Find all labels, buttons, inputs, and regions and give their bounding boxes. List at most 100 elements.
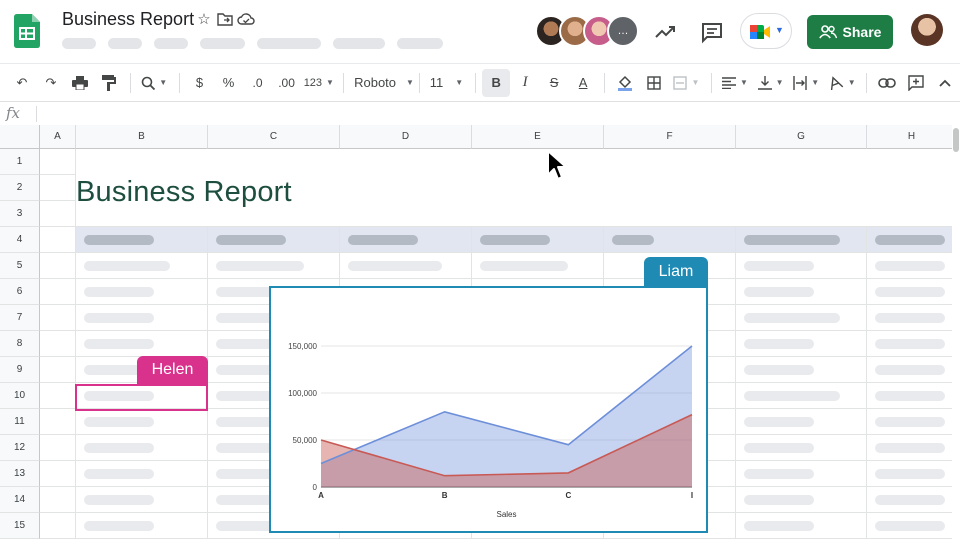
italic-icon[interactable]: I [511,69,539,97]
meet-button[interactable]: ▼ [740,13,792,49]
cell-G14[interactable] [736,487,867,513]
text-wrapping-icon[interactable]: ▼ [789,69,824,97]
cell-H15[interactable] [867,513,957,539]
cell-H2[interactable] [867,175,957,201]
cell-H6[interactable] [867,279,957,305]
cell-A14[interactable] [40,487,76,513]
area-chart[interactable]: 0 50,000 100,000 150,000 A B C I Sales [271,288,706,531]
column-header-D[interactable]: D [340,125,472,149]
cell-D2[interactable] [340,175,472,201]
cell-E4[interactable] [472,227,604,253]
cell-D5[interactable] [340,253,472,279]
merge-cells-icon[interactable]: ▼ [669,69,704,97]
cell-D1[interactable] [340,149,472,175]
cell-D4[interactable] [340,227,472,253]
row-header-1[interactable]: 1 [0,149,40,175]
strikethrough-icon[interactable]: S [540,69,568,97]
cell-A11[interactable] [40,409,76,435]
menu-item-placeholder[interactable] [333,38,385,49]
menu-item-placeholder[interactable] [200,38,245,49]
cell-A3[interactable] [40,201,76,227]
formula-bar[interactable]: fx [0,101,960,125]
sheets-logo-icon[interactable] [14,14,40,48]
cell-E5[interactable] [472,253,604,279]
redo-icon[interactable]: ↷ [37,69,65,97]
embedded-chart[interactable]: 0 50,000 100,000 150,000 A B C I Sales [269,286,708,533]
cell-G3[interactable] [736,201,867,227]
cell-F4[interactable] [604,227,736,253]
undo-icon[interactable]: ↶ [8,69,36,97]
column-header-A[interactable]: A [40,125,76,149]
move-folder-icon[interactable] [217,11,233,27]
cell-G11[interactable] [736,409,867,435]
vertical-scrollbar[interactable] [952,125,960,540]
increase-decimal-button[interactable]: .00 [273,69,301,97]
cell-H13[interactable] [867,461,957,487]
cell-G13[interactable] [736,461,867,487]
cell-G12[interactable] [736,435,867,461]
cell-G4[interactable] [736,227,867,253]
cell-B6[interactable] [76,279,208,305]
cell-B1[interactable] [76,149,208,175]
menu-item-placeholder[interactable] [397,38,443,49]
cell-A4[interactable] [40,227,76,253]
cell-G15[interactable] [736,513,867,539]
comments-icon[interactable] [700,20,724,44]
menu-item-placeholder[interactable] [108,38,142,49]
cell-B13[interactable] [76,461,208,487]
cell-A5[interactable] [40,253,76,279]
row-header-10[interactable]: 10 [0,383,40,409]
menu-item-placeholder[interactable] [257,38,321,49]
cell-H14[interactable] [867,487,957,513]
row-header-11[interactable]: 11 [0,409,40,435]
row-header-14[interactable]: 14 [0,487,40,513]
cell-H12[interactable] [867,435,957,461]
cell-A2[interactable] [40,175,76,201]
row-header-8[interactable]: 8 [0,331,40,357]
cell-G9[interactable] [736,357,867,383]
column-header-G[interactable]: G [736,125,867,149]
column-header-E[interactable]: E [472,125,604,149]
fill-color-icon[interactable] [611,69,639,97]
cell-H5[interactable] [867,253,957,279]
cell-F2[interactable] [604,175,736,201]
column-header-H[interactable]: H [867,125,957,149]
text-color-icon[interactable]: A [569,69,597,97]
column-header-C[interactable]: C [208,125,340,149]
menu-item-placeholder[interactable] [62,38,96,49]
font-family-dropdown[interactable]: Roboto ▼ [350,69,414,97]
menu-item-placeholder[interactable] [154,38,188,49]
more-formats-dropdown[interactable]: 123 ▼ [302,69,337,97]
cell-E3[interactable] [472,201,604,227]
row-header-9[interactable]: 9 [0,357,40,383]
vertical-align-icon[interactable]: ▼ [753,69,788,97]
cell-G10[interactable] [736,383,867,409]
row-header-5[interactable]: 5 [0,253,40,279]
cell-B12[interactable] [76,435,208,461]
more-collaborators-icon[interactable]: … [607,15,639,47]
currency-format-button[interactable]: $ [186,69,214,97]
cell-A15[interactable] [40,513,76,539]
row-header-7[interactable]: 7 [0,305,40,331]
cell-A8[interactable] [40,331,76,357]
collapse-toolbar-icon[interactable] [931,69,959,97]
percent-format-button[interactable]: % [215,69,243,97]
document-title[interactable]: Business Report [62,9,194,30]
cell-A12[interactable] [40,435,76,461]
print-icon[interactable] [66,69,94,97]
cell-G8[interactable] [736,331,867,357]
cell-A10[interactable] [40,383,76,409]
row-header-2[interactable]: 2 [0,175,40,201]
cell-H7[interactable] [867,305,957,331]
row-header-13[interactable]: 13 [0,461,40,487]
column-header-B[interactable]: B [76,125,208,149]
cell-G5[interactable] [736,253,867,279]
share-button[interactable]: Share [807,15,893,49]
cell-G2[interactable] [736,175,867,201]
cell-G1[interactable] [736,149,867,175]
cell-B11[interactable] [76,409,208,435]
collaborator-avatars[interactable]: … [535,15,639,49]
cell-B15[interactable] [76,513,208,539]
row-header-6[interactable]: 6 [0,279,40,305]
column-header-F[interactable]: F [604,125,736,149]
